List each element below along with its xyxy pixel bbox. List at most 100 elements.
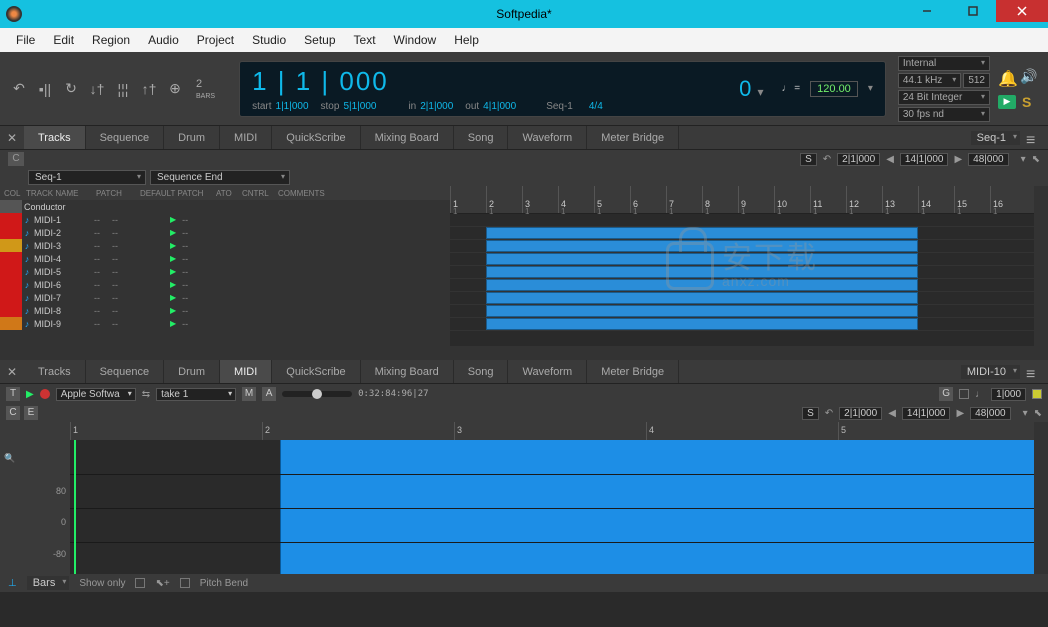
track-lane[interactable] (450, 318, 1034, 331)
midi-clip[interactable] (486, 253, 918, 265)
track-row[interactable]: ♪ MIDI-4 ---- ▶ -- (0, 252, 450, 265)
menu-file[interactable]: File (8, 31, 43, 49)
menu-project[interactable]: Project (189, 31, 242, 49)
samplerate-dropdown[interactable]: 44.1 kHz (898, 73, 961, 88)
track-play-icon[interactable]: ▶ (166, 306, 176, 315)
track-row[interactable]: ♪ MIDI-6 ---- ▶ -- (0, 278, 450, 291)
midi-vertical-scrollbar[interactable] (1034, 422, 1048, 574)
midi-clip[interactable] (486, 227, 918, 239)
track-play-icon[interactable]: ▶ (166, 280, 176, 289)
track-row[interactable]: ♪ MIDI-9 ---- ▶ -- (0, 317, 450, 330)
midi-s-button[interactable]: S (802, 407, 819, 420)
bars-dropdown[interactable]: Bars (27, 576, 70, 590)
right-arrow-icon[interactable]: ▶ (954, 154, 962, 165)
midi-grid[interactable]: 12345 (70, 422, 1034, 574)
time-ruler[interactable]: 112131415161718191101111121131141151161 (450, 186, 1034, 214)
undo-arrow-icon[interactable]: ↶ (823, 154, 831, 165)
menu-audio[interactable]: Audio (140, 31, 187, 49)
ltab-midi[interactable]: MIDI (220, 360, 272, 383)
a-button[interactable]: A (262, 387, 276, 401)
loc3[interactable]: 48|000 (968, 153, 1008, 166)
menu-edit[interactable]: Edit (45, 31, 82, 49)
vertical-scrollbar[interactable] (1034, 186, 1048, 346)
timesig[interactable]: 4/4 (589, 101, 603, 112)
conductor-row[interactable]: Conductor (0, 200, 450, 213)
metronome-icon[interactable]: 🔔 (998, 69, 1014, 85)
bitdepth-dropdown[interactable]: 24 Bit Integer (898, 90, 990, 105)
midi-clip[interactable] (486, 318, 918, 330)
menu-help[interactable]: Help (446, 31, 487, 49)
track-row[interactable]: ♪ MIDI-8 ---- ▶ -- (0, 304, 450, 317)
timeline-area[interactable]: 112131415161718191101111121131141151161 … (450, 186, 1034, 346)
ltab-song[interactable]: Song (454, 360, 509, 383)
close-lower-pane-icon[interactable]: ✕ (0, 365, 24, 379)
track-lane[interactable] (450, 253, 1034, 266)
midi-loc2[interactable]: 14|1|000 (902, 407, 951, 420)
midi-play-icon[interactable]: ▶ (26, 389, 34, 400)
midi-region[interactable] (280, 440, 1034, 574)
ltab-mixingboard[interactable]: Mixing Board (361, 360, 454, 383)
midi-e-button[interactable]: E (24, 406, 38, 420)
track-row[interactable]: ♪ MIDI-1 ---- ▶ -- (0, 213, 450, 226)
showonly-checkbox[interactable] (135, 578, 145, 588)
midi-clip[interactable] (486, 279, 918, 291)
tab-song[interactable]: Song (454, 126, 509, 149)
track-lane[interactable] (450, 305, 1034, 318)
sequence-end-dropdown[interactable]: Sequence End (150, 170, 290, 185)
menu-icon[interactable]: ≡ (1026, 132, 1040, 144)
track-lane[interactable] (450, 279, 1034, 292)
undo-icon[interactable]: ↶ (10, 80, 28, 98)
play-button[interactable]: ▶ (998, 95, 1016, 109)
midi-tool-icon[interactable]: ▾ (1023, 408, 1028, 419)
out-value[interactable]: 4|1|000 (483, 101, 516, 112)
midi-clip[interactable] (486, 240, 918, 252)
track-row[interactable]: ♪ MIDI-5 ---- ▶ -- (0, 265, 450, 278)
instrument-dropdown[interactable]: Apple Softwa (56, 388, 136, 401)
maximize-button[interactable] (950, 0, 996, 22)
midi-clip[interactable] (486, 266, 918, 278)
loc1[interactable]: 2|1|000 (837, 153, 880, 166)
tab-waveform[interactable]: Waveform (508, 126, 587, 149)
seq-label[interactable]: Seq-1 (546, 101, 573, 112)
tab-sequence[interactable]: Sequence (86, 126, 165, 149)
pitchbend-checkbox[interactable] (180, 578, 190, 588)
tab-meterbridge[interactable]: Meter Bridge (587, 126, 679, 149)
track-play-icon[interactable]: ▶ (166, 267, 176, 276)
cursor-icon[interactable]: ⬉+ (155, 578, 169, 589)
midi-loc1[interactable]: 2|1|000 (839, 407, 882, 420)
snap-icon[interactable]: ⊥ (8, 578, 17, 589)
horizontal-scrollbar-upper[interactable] (0, 346, 1048, 360)
solo-button[interactable]: S (1022, 94, 1031, 110)
tab-tracks[interactable]: Tracks (24, 126, 86, 149)
track-lane[interactable] (450, 292, 1034, 305)
midi-track-selector[interactable]: MIDI-10 (961, 365, 1020, 379)
track-row[interactable]: ♪ MIDI-3 ---- ▶ -- (0, 239, 450, 252)
menu-region[interactable]: Region (84, 31, 138, 49)
menu-setup[interactable]: Setup (296, 31, 343, 49)
track-lane[interactable] (450, 266, 1034, 279)
track-play-icon[interactable]: ▶ (166, 228, 176, 237)
stop-value[interactable]: 5|1|000 (343, 101, 376, 112)
start-value[interactable]: 1|1|000 (276, 101, 309, 112)
track-play-icon[interactable]: ▶ (166, 254, 176, 263)
playhead[interactable] (74, 440, 76, 574)
fps-dropdown[interactable]: 30 fps nd (898, 107, 990, 122)
minimize-button[interactable] (904, 0, 950, 22)
midi-clip[interactable] (486, 305, 918, 317)
tool-up-icon[interactable]: ↑† (140, 80, 158, 98)
add-icon[interactable]: ⊕ (166, 80, 184, 98)
loc2[interactable]: 14|1|000 (900, 153, 949, 166)
ltab-meterbridge[interactable]: Meter Bridge (587, 360, 679, 383)
tab-mixingboard[interactable]: Mixing Board (361, 126, 454, 149)
midi-clip[interactable] (486, 292, 918, 304)
ltab-tracks[interactable]: Tracks (24, 360, 86, 383)
tab-quickscribe[interactable]: QuickScribe (272, 126, 360, 149)
pause-icon[interactable]: ▪|| (36, 80, 54, 98)
menu-text[interactable]: Text (346, 31, 384, 49)
track-lane[interactable] (450, 214, 1034, 227)
sequence-dropdown[interactable]: Seq-1 (28, 170, 146, 185)
track-play-icon[interactable]: ▶ (166, 215, 176, 224)
m-button[interactable]: M (242, 387, 256, 401)
midi-loc3[interactable]: 48|000 (970, 407, 1010, 420)
pointer-icon[interactable]: ⬉ (1032, 154, 1040, 165)
